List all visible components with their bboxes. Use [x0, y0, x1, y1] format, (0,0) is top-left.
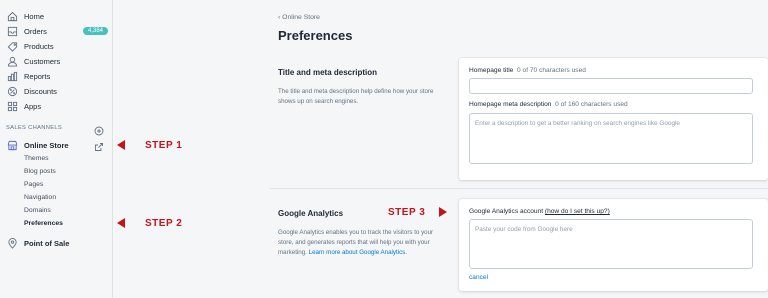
step1-label: STEP 1	[145, 140, 183, 151]
analytics-card: Google Analytics account (how do I set t…	[459, 199, 768, 291]
discounts-icon	[6, 85, 18, 97]
step3-arrow-icon	[439, 207, 447, 217]
meta-section-description: The title and meta description help defi…	[278, 88, 434, 105]
homepage-title-input[interactable]	[469, 78, 753, 94]
step2-label: STEP 2	[145, 218, 183, 229]
sidebar-subitem-blog-posts[interactable]: Blog posts	[24, 168, 56, 175]
sidebar-item-apps[interactable]: Apps	[6, 99, 41, 113]
sidebar-item-home[interactable]: Home	[6, 9, 44, 23]
setup-help-link[interactable]: (how do I set this up?)	[545, 208, 610, 215]
meta-description-label: Homepage meta description 0 of 160 chara…	[469, 101, 628, 108]
page-title: Preferences	[278, 28, 353, 43]
breadcrumb-label: Online Store	[282, 14, 320, 21]
meta-description-textarea[interactable]	[469, 113, 753, 164]
sidebar-item-online-store[interactable]: Online Store	[6, 138, 69, 152]
meta-card: Homepage title 0 of 70 characters used H…	[459, 58, 768, 180]
sidebar-item-orders[interactable]: Orders	[6, 24, 47, 38]
sidebar-item-label: Apps	[24, 101, 42, 111]
sidebar-item-customers[interactable]: Customers	[6, 54, 60, 68]
orders-count-badge: 4,384	[83, 27, 109, 35]
breadcrumb[interactable]: ‹ Online Store	[278, 14, 320, 21]
sales-channels-heading: SALES CHANNELS	[6, 125, 63, 131]
sidebar-item-label: Orders	[24, 26, 47, 36]
analytics-account-label: Google Analytics account (how do I set t…	[469, 208, 610, 215]
step1-arrow-icon	[117, 140, 125, 150]
homepage-title-count: 0 of 70 characters used	[517, 67, 586, 74]
sidebar-item-reports[interactable]: Reports	[6, 69, 50, 83]
step2-arrow-icon	[117, 218, 125, 228]
step3-label: STEP 3	[388, 207, 426, 218]
analytics-code-textarea[interactable]	[469, 219, 753, 269]
sidebar-item-label: Point of Sale	[24, 238, 70, 248]
learn-more-link[interactable]: Learn more about Google Analytics.	[309, 249, 407, 256]
products-icon	[6, 40, 18, 52]
meta-description-label-text: Homepage meta description	[469, 101, 552, 108]
customers-icon	[6, 55, 18, 67]
sidebar-item-label: Products	[24, 41, 54, 51]
add-channel-icon[interactable]	[94, 123, 104, 136]
sidebar-item-label: Customers	[24, 56, 61, 66]
orders-icon	[6, 25, 18, 37]
home-icon	[6, 10, 18, 22]
reports-icon	[6, 70, 18, 82]
homepage-title-label-text: Homepage title	[469, 67, 514, 74]
external-link-icon[interactable]	[94, 139, 104, 151]
sidebar-item-label: Online Store	[24, 140, 69, 150]
sidebar-item-discounts[interactable]: Discounts	[6, 84, 57, 98]
homepage-title-label: Homepage title 0 of 70 characters used	[469, 67, 586, 74]
meta-section-title: Title and meta description	[278, 68, 377, 77]
store-icon	[6, 139, 18, 151]
section-divider	[270, 188, 768, 189]
sidebar-subitem-navigation[interactable]: Navigation	[24, 194, 56, 201]
sidebar-subitem-domains[interactable]: Domains	[24, 207, 51, 214]
sidebar-item-products[interactable]: Products	[6, 39, 54, 53]
sidebar-subitem-themes[interactable]: Themes	[24, 155, 49, 162]
sidebar-subitem-pages[interactable]: Pages	[24, 181, 43, 188]
apps-icon	[6, 100, 18, 112]
sidebar-item-point-of-sale[interactable]: Point of Sale	[6, 236, 69, 250]
analytics-account-label-text: Google Analytics account	[469, 208, 544, 215]
sidebar-item-label: Reports	[24, 71, 51, 81]
sidebar-item-label: Discounts	[24, 86, 57, 96]
meta-description-count: 0 of 160 characters used	[555, 101, 628, 108]
analytics-section-title: Google Analytics	[278, 209, 344, 218]
sidebar: Home Orders 4,384 Products Customers Rep…	[0, 0, 113, 298]
analytics-section-description: Google Analytics enables you to track th…	[278, 228, 436, 258]
cancel-link[interactable]: cancel	[469, 274, 488, 281]
sidebar-item-label: Home	[24, 11, 45, 21]
location-pin-icon	[6, 237, 18, 249]
sidebar-subitem-preferences[interactable]: Preferences	[24, 220, 63, 227]
